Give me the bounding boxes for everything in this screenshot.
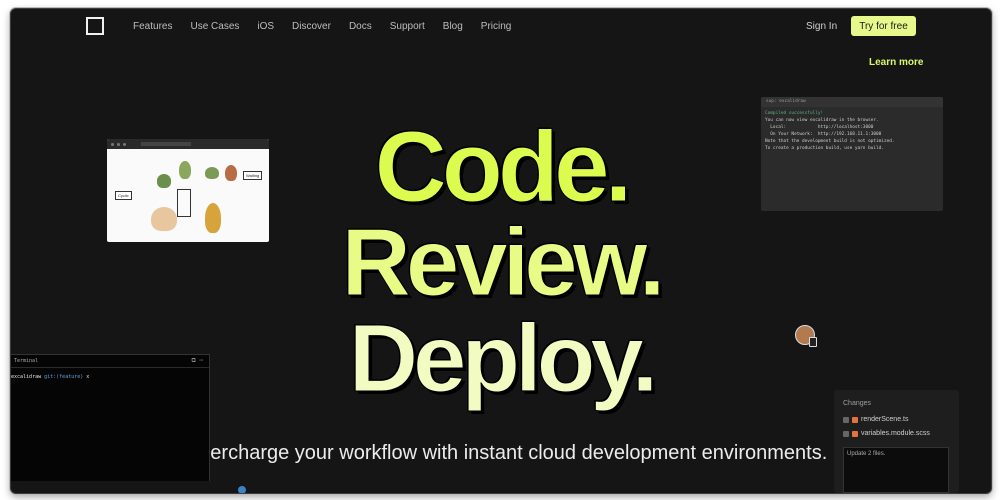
terminal-title: Terminal [14, 358, 39, 364]
changes-title: Changes [843, 400, 872, 407]
browser-window: Features Use Cases iOS Discover Docs Sup… [10, 8, 992, 494]
terminal-prompt-dir: excalidraw [11, 374, 42, 380]
commit-message-input[interactable]: Update 2 files. [843, 447, 949, 493]
output-line: Compiled successfully! [765, 111, 824, 116]
nav-link-docs[interactable]: Docs [349, 21, 372, 32]
nav-link-use-cases[interactable]: Use Cases [190, 21, 239, 32]
terminal-prompt-line[interactable]: excalidraw git:(feature) x [11, 368, 209, 380]
terminal-actions-icon[interactable]: ⧉ ⋯ [191, 355, 203, 367]
nav-link-discover[interactable]: Discover [292, 21, 331, 32]
learn-more-link[interactable]: Learn more [869, 57, 923, 68]
hero-heading-code: Code. [374, 111, 633, 223]
file-type-icon [852, 430, 858, 437]
nav-link-support[interactable]: Support [390, 21, 425, 32]
checkbox-icon[interactable] [843, 416, 849, 423]
device-badge-icon [809, 337, 817, 347]
terminal-panel: Terminal ⧉ ⋯ excalidraw git:(feature) x [11, 354, 210, 481]
nav-links: Features Use Cases iOS Discover Docs Sup… [133, 21, 529, 32]
file-type-icon [852, 416, 858, 423]
status-dot-icon [238, 486, 246, 493]
hero-heading-review: Review. [341, 209, 666, 316]
terminal-cursor: x [86, 374, 90, 380]
dev-server-header: sup: excalidraw [761, 97, 943, 107]
terminal-header: Terminal ⧉ ⋯ [11, 355, 209, 368]
nav-link-blog[interactable]: Blog [443, 21, 463, 32]
changed-file-row[interactable]: renderScene.ts [843, 416, 908, 423]
checkbox-icon[interactable] [843, 430, 849, 437]
terminal-branch: git:(feature) [44, 374, 84, 380]
top-navigation: Features Use Cases iOS Discover Docs Sup… [11, 9, 991, 45]
changed-file-row[interactable]: variables.module.scss [843, 430, 930, 437]
changes-panel: Changes renderScene.ts variables.module.… [834, 390, 959, 493]
nav-link-ios[interactable]: iOS [257, 21, 274, 32]
nav-link-pricing[interactable]: Pricing [481, 21, 512, 32]
try-for-free-button[interactable]: Try for free [851, 16, 916, 36]
sign-in-link[interactable]: Sign In [806, 21, 837, 32]
changed-file-name: renderScene.ts [861, 416, 909, 423]
logo-icon[interactable] [86, 17, 104, 35]
changed-file-name: variables.module.scss [861, 430, 930, 437]
nav-link-features[interactable]: Features [133, 21, 172, 32]
